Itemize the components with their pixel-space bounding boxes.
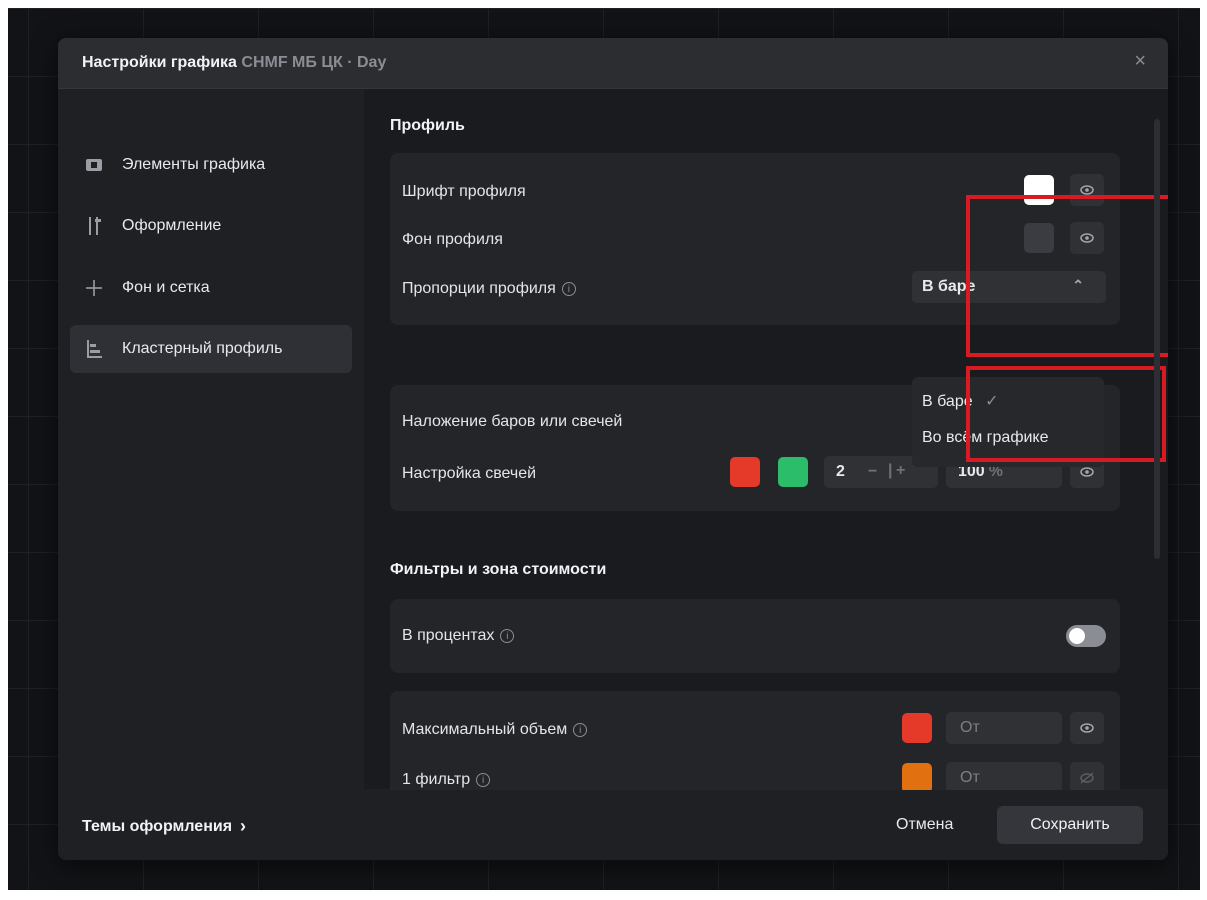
chart-elements-icon <box>82 159 106 171</box>
dialog-footer: Темы оформления › Отмена Сохранить <box>58 790 1168 860</box>
eye-icon <box>1080 723 1094 733</box>
filter-row-label: Максимальный объем i <box>402 721 588 739</box>
scrollbar[interactable] <box>1152 99 1162 779</box>
dialog-subtitle: CHMF МБ ЦК · Day <box>241 54 387 71</box>
save-button[interactable]: Сохранить <box>997 806 1143 844</box>
eye-icon <box>1080 467 1094 477</box>
profile-proportions-label: Пропорции профиля i <box>402 280 576 298</box>
chart-settings-dialog: Настройки графика CHMF МБ ЦК · Day × Эле… <box>58 38 1168 860</box>
highlight-box <box>966 366 1166 462</box>
eye-off-icon <box>1080 772 1094 784</box>
info-icon[interactable]: i <box>573 723 588 737</box>
filter-color-swatch[interactable] <box>902 763 932 793</box>
candle-up-color-swatch[interactable] <box>778 457 808 487</box>
sidebar-item-label: Кластерный профиль <box>122 340 283 357</box>
chevron-right-icon: › <box>240 816 247 836</box>
sidebar-item-label: Оформление <box>122 217 222 234</box>
close-icon[interactable]: × <box>1134 50 1146 73</box>
scrollbar-thumb[interactable] <box>1154 119 1160 559</box>
dialog-title-text: Настройки графика <box>82 54 237 71</box>
sidebar-item-chart-elements[interactable]: Элементы графика <box>70 141 352 189</box>
themes-link[interactable]: Темы оформления › <box>82 816 246 837</box>
cancel-button[interactable]: Отмена <box>896 816 953 834</box>
dialog-titlebar: Настройки графика CHMF МБ ЦК · Day × <box>58 38 1168 89</box>
dialog-title: Настройки графика CHMF МБ ЦК · Day <box>82 54 386 72</box>
style-sliders-icon <box>82 217 106 235</box>
eye-icon <box>1080 185 1094 195</box>
filter-color-swatch[interactable] <box>902 713 932 743</box>
filter-visibility-button[interactable] <box>1070 712 1104 744</box>
sidebar-item-appearance[interactable]: Оформление <box>70 202 352 250</box>
cluster-profile-icon <box>82 340 106 358</box>
minus-icon[interactable]: − <box>868 463 877 481</box>
percent-label: В процентах i <box>402 627 515 645</box>
info-icon[interactable]: i <box>476 773 491 787</box>
sidebar-item-cluster-profile[interactable]: Кластерный профиль <box>70 325 352 373</box>
profile-section-title: Профиль <box>390 117 465 134</box>
sidebar-item-background-grid[interactable]: Фон и сетка <box>70 264 352 312</box>
sidebar-item-label: Фон и сетка <box>122 279 210 296</box>
toggle-knob <box>1069 628 1085 644</box>
info-icon[interactable]: i <box>561 282 576 296</box>
candle-down-color-swatch[interactable] <box>730 457 760 487</box>
highlight-box <box>966 195 1168 357</box>
percent-toggle[interactable] <box>1066 625 1106 647</box>
filters-section-title: Фильтры и зона стоимости <box>390 561 607 578</box>
filter-from-input[interactable]: От <box>946 712 1062 744</box>
overlay-label: Наложение баров или свечей <box>402 413 623 430</box>
settings-content: Профиль Шрифт профиля Фон профиля Пропор… <box>364 89 1168 817</box>
profile-font-label: Шрифт профиля <box>402 183 526 200</box>
plus-grid-icon <box>82 280 106 296</box>
settings-sidebar: Элементы графика Оформление Фон и сетка … <box>58 89 363 789</box>
percent-card: В процентах i <box>390 599 1120 673</box>
sidebar-item-label: Элементы графика <box>122 156 266 173</box>
candles-label: Настройка свечей <box>402 465 537 482</box>
info-icon[interactable]: i <box>500 629 515 643</box>
profile-bg-label: Фон профиля <box>402 231 503 248</box>
filter-row-label: 1 фильтр i <box>402 771 491 789</box>
plus-icon[interactable]: + <box>896 462 905 480</box>
